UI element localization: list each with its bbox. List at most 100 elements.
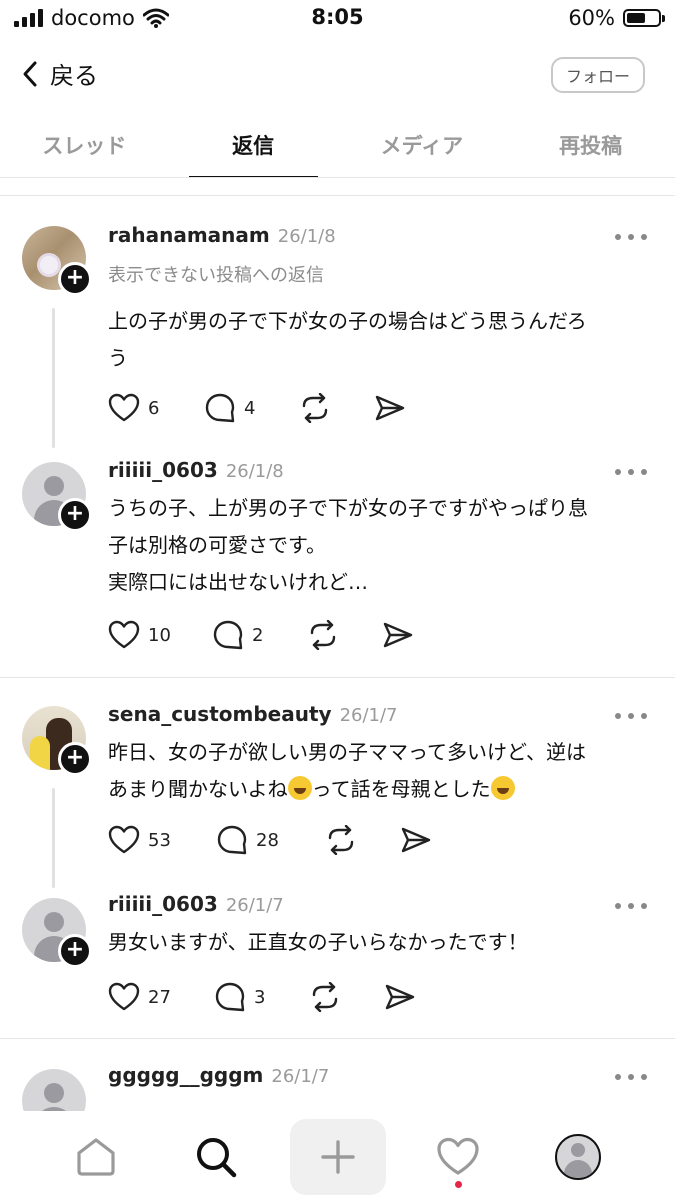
username[interactable]: riiiii_0603: [108, 458, 218, 482]
avatar[interactable]: +: [22, 706, 92, 776]
post-actions: 53 28: [108, 823, 432, 857]
post-date: 26/1/8: [225, 461, 284, 482]
comment-icon: [215, 982, 245, 1012]
post-date: 26/1/7: [271, 1066, 330, 1087]
thread-line: [52, 308, 55, 448]
comment-icon: [217, 825, 247, 855]
reply-context-note: 表示できない投稿への返信: [108, 265, 324, 286]
like-button[interactable]: 53: [108, 825, 216, 855]
reply-button[interactable]: 28: [216, 824, 324, 856]
heart-icon: [108, 825, 140, 854]
send-icon: [375, 395, 405, 421]
nav-activity[interactable]: [410, 1119, 506, 1195]
username[interactable]: sena_custombeauty: [108, 702, 332, 726]
send-icon: [385, 984, 415, 1010]
post-meta: riiiii_0603 26/1/8: [108, 458, 284, 482]
post-text: 上の子が男の子で下が女の子の場合はどう思うんだろ う: [108, 303, 648, 377]
post-date: 26/1/8: [277, 226, 336, 247]
nav-compose[interactable]: [290, 1119, 386, 1195]
post-text-segment: あまり聞かないよね: [108, 777, 288, 801]
username[interactable]: ggggg__gggm: [108, 1063, 263, 1087]
tab-threads[interactable]: スレッド: [0, 120, 169, 178]
like-count: 53: [148, 829, 171, 851]
like-count: 6: [148, 397, 160, 419]
reply-button[interactable]: 3: [214, 981, 308, 1013]
post-actions: 10 2: [108, 618, 414, 652]
back-button[interactable]: 戻る: [22, 56, 98, 91]
post-meta: sena_custombeauty 26/1/7: [108, 702, 398, 726]
avatar[interactable]: +: [22, 462, 92, 532]
rofl-emoji-icon: [490, 776, 515, 800]
post-text-line: 上の子が男の子で下が女の子の場合はどう思うんだろ: [108, 309, 587, 333]
username[interactable]: riiiii_0603: [108, 892, 218, 916]
more-options-icon[interactable]: [615, 901, 647, 911]
post-meta: riiiii_0603 26/1/7: [108, 892, 284, 916]
thread-divider: [0, 1038, 675, 1039]
nav-bar: 戻る フォロー: [0, 48, 675, 106]
post-meta: rahanamanam 26/1/8: [108, 223, 336, 247]
heart-icon: [108, 620, 140, 649]
post-text-line: 男女いますが、正直女の子いらなかったです！: [108, 930, 528, 954]
reply-button[interactable]: 4: [204, 392, 298, 424]
repost-icon: [310, 620, 336, 650]
reply-count: 2: [252, 624, 264, 646]
follow-button[interactable]: フォロー: [551, 57, 645, 93]
home-icon: [77, 1138, 115, 1176]
nav-profile[interactable]: [530, 1119, 626, 1195]
chevron-left-icon: [23, 61, 37, 86]
more-options-icon[interactable]: [615, 1072, 647, 1082]
share-button[interactable]: [384, 983, 416, 1011]
tab-replies[interactable]: 返信: [169, 120, 338, 178]
follow-plus-icon[interactable]: +: [58, 934, 92, 968]
nav-search[interactable]: [168, 1119, 264, 1195]
share-button[interactable]: [374, 394, 406, 422]
post-text-line: う: [108, 346, 128, 370]
more-options-icon[interactable]: [615, 232, 647, 242]
post-text-line: 昨日、女の子が欲しい男の子ママって多いけど、逆は: [108, 740, 586, 764]
repost-icon: [328, 825, 354, 855]
status-bar: docomo 8:05 60%: [0, 0, 675, 36]
like-button[interactable]: 6: [108, 393, 204, 423]
post-meta: ggggg__gggm 26/1/7: [108, 1063, 329, 1087]
repost-button[interactable]: [298, 393, 374, 423]
status-right: 60%: [568, 6, 665, 30]
repost-button[interactable]: [308, 982, 384, 1012]
post-text: 男女いますが、正直女の子いらなかったです！: [108, 924, 648, 961]
follow-plus-icon[interactable]: +: [58, 742, 92, 776]
avatar[interactable]: [22, 1069, 86, 1111]
profile-tabs: スレッド 返信 メディア 再投稿: [0, 120, 675, 178]
tab-reposts[interactable]: 再投稿: [506, 120, 675, 178]
post-text-segment: って話を母親とした: [311, 777, 491, 801]
reply-count: 28: [256, 829, 279, 851]
more-options-icon[interactable]: [615, 711, 647, 721]
nav-home[interactable]: [48, 1119, 144, 1195]
post-text: うちの子、上が男の子で下が女の子ですがやっぱり息 子は別格の可愛さです。 実際口…: [108, 490, 648, 601]
share-button[interactable]: [400, 826, 432, 854]
avatar[interactable]: +: [22, 898, 92, 968]
post-text: 昨日、女の子が欲しい男の子ママって多いけど、逆は あまり聞かないよね って話を母親…: [108, 734, 648, 808]
like-button[interactable]: 27: [108, 982, 214, 1012]
follow-plus-icon[interactable]: +: [58, 262, 92, 296]
username[interactable]: rahanamanam: [108, 223, 270, 247]
repost-icon: [312, 982, 338, 1012]
reply-count: 4: [244, 397, 256, 419]
search-icon: [197, 1138, 237, 1178]
reply-feed[interactable]: + rahanamanam 26/1/8 表示できない投稿への返信 上の子が男の…: [0, 196, 675, 1111]
tab-media[interactable]: メディア: [338, 120, 507, 178]
share-button[interactable]: [382, 621, 414, 649]
rofl-emoji-icon: [287, 776, 312, 800]
follow-plus-icon[interactable]: +: [58, 498, 92, 532]
repost-button[interactable]: [306, 620, 382, 650]
heart-icon: [108, 982, 140, 1011]
battery-percent: 60%: [568, 6, 615, 30]
like-button[interactable]: 10: [108, 620, 212, 650]
avatar[interactable]: +: [22, 226, 92, 296]
post-actions: 27 3: [108, 980, 416, 1014]
flower-image: [40, 256, 58, 274]
compose-icon: [321, 1140, 355, 1174]
repost-button[interactable]: [324, 825, 400, 855]
more-options-icon[interactable]: [615, 467, 647, 477]
post-date: 26/1/7: [339, 705, 398, 726]
heart-icon: [108, 393, 140, 422]
reply-button[interactable]: 2: [212, 619, 306, 651]
